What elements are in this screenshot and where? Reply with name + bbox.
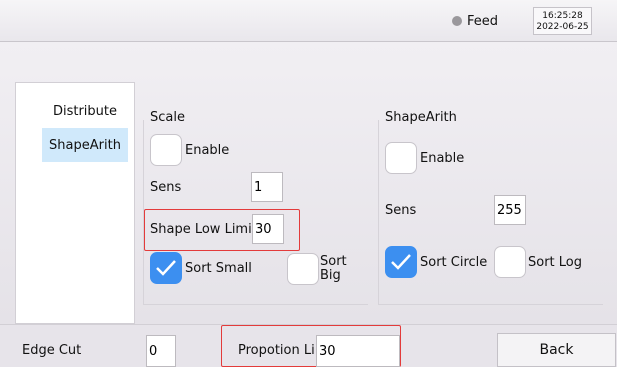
nav-item-label: Distribute	[52, 103, 118, 119]
proportion-input[interactable]	[316, 335, 400, 367]
status-bar: Feed 16:25:28 2022-06-25	[0, 0, 617, 42]
scale-sens-input[interactable]	[251, 172, 283, 202]
shapearith-sens-label: Sens	[385, 203, 417, 218]
clock: 16:25:28 2022-06-25	[533, 7, 592, 35]
shapearith-group-title: ShapeArith	[385, 110, 457, 125]
sort-small-label: Sort Small	[185, 261, 252, 276]
proportion-label: Propotion Li	[238, 343, 315, 358]
sort-log-checkbox[interactable]	[494, 246, 526, 278]
feed-indicator: Feed	[452, 12, 498, 30]
clock-time: 16:25:28	[542, 11, 583, 21]
scale-group-title: Scale	[150, 110, 185, 125]
back-button[interactable]: Back	[497, 333, 616, 367]
checkmark-icon	[156, 260, 176, 276]
feed-label: Feed	[467, 13, 499, 29]
edge-cut-input[interactable]	[146, 335, 176, 367]
shape-low-limit-label: Shape Low Limit	[150, 222, 257, 237]
shapearith-enable-checkbox[interactable]	[385, 142, 417, 174]
status-dot-icon	[452, 16, 462, 26]
scale-enable-checkbox[interactable]	[150, 134, 182, 166]
nav-item-distribute[interactable]: Distribute	[42, 94, 128, 128]
scale-enable-label: Enable	[185, 143, 230, 158]
back-button-label: Back	[539, 342, 574, 358]
shape-low-limit-input[interactable]	[252, 214, 284, 244]
sort-big-label: Sort Big	[320, 255, 347, 283]
sort-circle-checkbox[interactable]	[385, 246, 417, 278]
sort-big-label-line1: Sort	[320, 254, 347, 269]
side-nav: Distribute ShapeArith	[15, 82, 135, 324]
nav-item-label: ShapeArith	[49, 137, 121, 153]
scale-sens-label: Sens	[150, 180, 182, 195]
sort-small-checkbox[interactable]	[150, 252, 182, 284]
checkmark-icon	[391, 254, 411, 270]
clock-date: 2022-06-25	[536, 22, 589, 32]
shapearith-enable-label: Enable	[420, 151, 465, 166]
sort-big-checkbox[interactable]	[287, 253, 319, 285]
sort-circle-label: Sort Circle	[420, 255, 488, 270]
edge-cut-label: Edge Cut	[22, 343, 82, 358]
sort-big-label-line2: Big	[320, 268, 341, 283]
nav-item-shapearith[interactable]: ShapeArith	[42, 128, 128, 162]
sort-log-label: Sort Log	[528, 255, 582, 270]
shapearith-sens-input[interactable]	[494, 195, 526, 225]
